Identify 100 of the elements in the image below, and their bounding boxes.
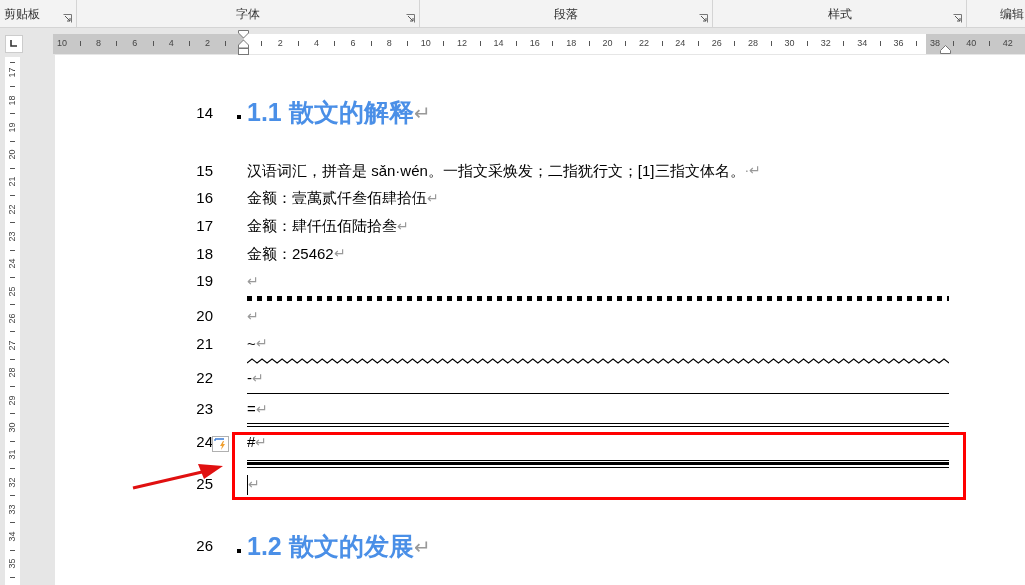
left-tab-icon [10,40,17,47]
paragraph-mark: ↵ [255,334,268,354]
ruler-number: 30 [7,422,17,433]
paragraph-text: 金额：肆仟伍佰陆拾叁 [247,215,397,236]
ruler-tick [479,41,481,46]
ribbon-group-label: 编辑 [999,5,1024,23]
ruler-tick [297,41,299,46]
ruler-tick [261,41,263,46]
ruler-tick [988,41,990,46]
ruler-number: 18 [7,95,17,106]
paragraph-text: 金额：25462 [247,243,334,264]
ruler-tick [370,41,372,46]
line-number: 24 [196,431,213,452]
ruler-tick [9,113,15,115]
ruler-number: 16 [529,39,540,48]
paragraph-mark: ↵ [252,369,264,389]
ruler-tick [843,41,845,46]
ruler-number: 26 [711,39,722,48]
ruler-tick [9,358,15,360]
ruler-number: 12 [457,39,468,48]
ruler-tick [734,41,736,46]
ruler-tick [952,41,954,46]
ruler-number: 26 [7,313,17,324]
ruler-tick [334,41,336,46]
paragraph-mark: ↵ [413,102,431,124]
paragraph-text: ~ [247,333,256,354]
paragraph-text: 汉语词汇，拼音是 sǎn·wén。一指文采焕发；二指犹行文；[1]三指文体名。 [247,160,745,181]
line-number: 25 [196,474,213,495]
ruler-number: 10 [420,39,431,48]
line-number: 26 [196,536,213,557]
paragraph-mark: ↵ [247,272,259,292]
ribbon-group-label: 段落 [554,5,578,23]
ruler-tick [9,495,15,497]
ruler-tick [152,41,154,46]
dialog-launcher-icon[interactable] [699,14,708,23]
ruler-tick [9,467,15,469]
dialog-launcher-icon[interactable] [406,14,415,23]
ruler-tick [770,41,772,46]
paragraph-mark: ↵ [247,306,259,326]
ruler-tick [625,41,627,46]
ruler-number: 20 [7,149,17,160]
ruler-tick [9,140,15,142]
paragraph-mark: ↵ [255,399,268,419]
ruler-number: 32 [820,39,831,48]
ruler-tick [879,41,881,46]
paragraph-mark: ↵ [333,244,346,264]
line-number: 17 [196,215,213,236]
line-number: 18 [196,243,213,264]
line-number: 22 [196,368,213,389]
ruler-number: 10 [57,39,68,48]
ruler-number: 19 [7,122,17,133]
ruler-number: 31 [7,449,17,460]
line-number: 19 [196,271,213,292]
ruler-tick [116,41,118,46]
ruler-number: 14 [493,39,504,48]
heading-text: 1.1 散文的解释 [247,97,414,129]
dialog-launcher-icon[interactable] [953,14,962,23]
ruler-tick [661,41,663,46]
ruler-number: 22 [7,204,17,215]
paragraph-text: # [247,431,256,452]
ruler-tick [9,522,15,524]
ruler-number: 38 [929,39,940,48]
paragraph-mark: ↵ [413,535,431,558]
ruler-number: 35 [7,558,17,569]
tab-stop-selector[interactable] [4,34,23,53]
ruler-tick [443,41,445,46]
ribbon-group-label: 字体 [236,5,260,23]
ruler-number: 8 [386,39,392,48]
ruler-tick [225,41,227,46]
ruler-tick [9,222,15,224]
paragraph-text: = [247,399,256,420]
ruler-tick [916,41,918,46]
ruler-number: 32 [7,477,17,488]
ruler-number: 28 [7,367,17,378]
ruler-tick [9,276,15,278]
ruler-number: 30 [784,39,795,48]
ruler-number: 2 [277,39,283,48]
ruler-tick [9,249,15,251]
list-bullet-icon [237,115,241,119]
line-number: 21 [196,333,213,354]
ruler-number: 22 [638,39,649,48]
ruler-tick [9,167,15,169]
ruler-number: 27 [7,340,17,351]
line-number: 16 [196,188,213,209]
ruler-tick [9,331,15,333]
paragraph-mark: ↵ [248,475,260,495]
ribbon-group-label: 样式 [827,5,852,23]
ruler-number: 34 [857,39,868,48]
dialog-launcher-icon[interactable] [63,14,72,23]
ruler-tick [406,41,408,46]
paragraph-mark: ·↵ [744,161,762,181]
line-number: 20 [196,306,213,327]
ruler-number: 34 [7,531,17,542]
autocorrect-options-icon[interactable] [212,436,229,453]
paragraph-text: - [247,368,252,389]
ruler-tick [9,195,15,197]
indent-marker-icon[interactable] [238,30,249,56]
ruler-number: 24 [7,258,17,269]
ruler-tick [9,440,15,442]
ruler-number: 21 [7,176,17,187]
